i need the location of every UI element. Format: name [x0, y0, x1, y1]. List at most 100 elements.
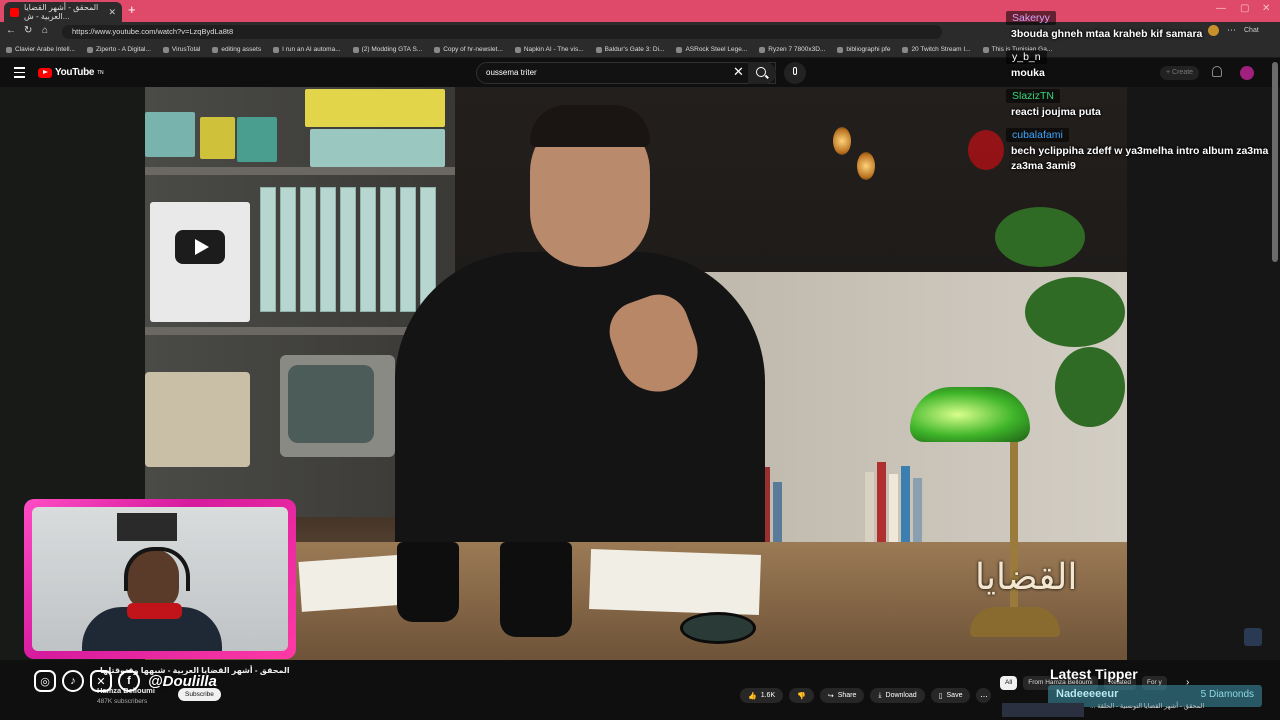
- instagram-icon: ◎: [34, 670, 56, 692]
- bookmark-favicon-icon: [273, 46, 280, 53]
- social-handles: ◎ ♪ ✕ f @Doulilla: [34, 670, 217, 692]
- plant: [1025, 277, 1125, 347]
- box: [310, 129, 445, 167]
- share-button[interactable]: ↪ Share: [819, 688, 865, 703]
- bookmark-favicon-icon: [434, 46, 441, 53]
- chat-message: SlazizTN reacti joujma puta: [1006, 86, 1276, 120]
- bookmark-favicon-icon: [837, 46, 844, 53]
- box: [145, 112, 195, 157]
- box: [305, 89, 445, 127]
- thumbs-up-icon: 👍: [748, 692, 757, 700]
- bookmark-label: VirusTotal: [171, 46, 201, 53]
- chat-label[interactable]: Chat: [1244, 27, 1259, 34]
- social-handle: @Doulilla: [148, 672, 217, 690]
- x-icon: ✕: [90, 670, 112, 692]
- home-icon[interactable]: ⌂: [42, 25, 48, 36]
- like-button[interactable]: 👍 1.6K: [740, 688, 784, 703]
- bookmark-item[interactable]: I run an AI automa...: [273, 46, 341, 53]
- save-label: Save: [946, 692, 963, 699]
- silver-play-button-plaque: [150, 202, 250, 322]
- search-input[interactable]: oussema triter: [476, 62, 776, 84]
- red-scarf: [127, 603, 182, 619]
- miniplayer-icon[interactable]: [1244, 628, 1262, 646]
- bookmark-favicon-icon: [514, 46, 521, 53]
- related-video-title[interactable]: المحقق - أشهر القضايا التونسية - الحلقة …: [1090, 702, 1204, 710]
- bankers-lamp-shade: [910, 387, 1030, 442]
- headset-icon: [124, 547, 190, 591]
- vintage-radio: [145, 372, 250, 467]
- download-button[interactable]: ⤓ Download: [870, 688, 925, 703]
- chat-username: SlazizTN: [1006, 89, 1061, 103]
- bookmark-item[interactable]: VirusTotal: [162, 46, 201, 53]
- bookmark-item[interactable]: editing assets: [212, 46, 261, 53]
- download-icon: ⤓: [878, 691, 882, 699]
- browser-tab[interactable]: المحقق - أشهر القضايا العربية - ش... ✕: [4, 2, 122, 22]
- bookmark-item[interactable]: 20 Twitch Stream I...: [902, 46, 971, 53]
- facebook-icon: f: [118, 670, 140, 692]
- bookmark-label: 20 Twitch Stream I...: [911, 46, 971, 53]
- bookmark-favicon-icon: [676, 46, 683, 53]
- binder: [300, 187, 316, 312]
- youtube-logo[interactable]: YouTube TN: [38, 67, 104, 78]
- reload-icon[interactable]: ↻: [24, 25, 32, 36]
- bookmark-favicon-icon: [759, 46, 766, 53]
- hamburger-menu-icon[interactable]: [14, 67, 25, 81]
- bookmark-favicon-icon: [86, 46, 93, 53]
- chat-message-text: bech yclippiha zdeff w ya3melha intro al…: [1011, 145, 1269, 172]
- latest-tipper-label: Latest Tipper: [1050, 666, 1138, 682]
- bookmark-favicon-icon: [162, 46, 169, 53]
- bookmark-label: Clavier Arabe Intell...: [15, 46, 75, 53]
- dislike-button[interactable]: 👎: [789, 688, 814, 703]
- close-tab-icon[interactable]: ✕: [108, 7, 116, 18]
- url-field[interactable]: https://www.youtube.com/watch?v=LzqBydLa…: [62, 25, 942, 39]
- bookmark-item[interactable]: Ryzen 7 7800x3D...: [759, 46, 825, 53]
- more-options-icon[interactable]: ⋯: [1227, 25, 1236, 36]
- bookmark-favicon-icon: [595, 46, 602, 53]
- pen-holder: [500, 542, 572, 637]
- bookmark-label: Napkin AI - The vis...: [523, 46, 584, 53]
- more-actions-button[interactable]: ...: [976, 688, 992, 703]
- bookmark-icon: ▯: [938, 692, 943, 700]
- search-button[interactable]: [748, 62, 776, 84]
- bookmark-item[interactable]: Baldur's Gate 3: Di...: [595, 46, 664, 53]
- stream-logo: [968, 130, 1004, 170]
- bookmark-item[interactable]: Copy of hr-newslet...: [434, 46, 503, 53]
- save-button[interactable]: ▯ Save: [930, 688, 971, 703]
- tiktok-icon: ♪: [62, 670, 84, 692]
- vintage-tv: [280, 355, 395, 457]
- back-icon[interactable]: ←: [6, 25, 16, 36]
- tipper-amount: 5 Diamonds: [1200, 689, 1254, 700]
- box: [237, 117, 277, 162]
- chat-avatar-icon[interactable]: [1208, 25, 1219, 36]
- channel-watermark: القضايا: [975, 557, 1078, 598]
- binder: [320, 187, 336, 312]
- bookmark-item[interactable]: Napkin AI - The vis...: [514, 46, 584, 53]
- bookmark-label: Copy of hr-newslet...: [443, 46, 503, 53]
- presenter-hair: [530, 105, 650, 147]
- webcam-frame: [24, 499, 296, 659]
- chat-controls: ⋯ Chat: [1208, 25, 1259, 36]
- binder: [340, 187, 356, 312]
- bookmark-item[interactable]: Clavier Arabe Intell...: [6, 46, 75, 53]
- bookmark-item[interactable]: Ziperto - A Digital...: [86, 46, 151, 53]
- bookmark-item[interactable]: ASRock Steel Lege...: [676, 46, 747, 53]
- chat-message-text: mouka: [1011, 67, 1045, 79]
- logo-text: YouTube: [55, 67, 95, 78]
- bookmark-item[interactable]: (2) Modding GTA S...: [352, 46, 422, 53]
- filter-chip[interactable]: All: [1000, 676, 1018, 690]
- bookmark-item[interactable]: bibliographi pfe: [837, 46, 890, 53]
- related-video-thumbnail[interactable]: [1002, 703, 1084, 717]
- new-tab-button[interactable]: +: [128, 2, 136, 17]
- bookmark-label: bibliographi pfe: [846, 46, 891, 53]
- like-count: 1.6K: [760, 692, 776, 699]
- bookmark-label: editing assets: [221, 46, 262, 53]
- voice-search-mic-icon[interactable]: [784, 62, 806, 84]
- hanging-bulb: [857, 152, 875, 180]
- bookmark-favicon-icon: [902, 46, 909, 53]
- search-icon: [756, 67, 766, 77]
- clear-search-icon[interactable]: ✕: [733, 65, 744, 78]
- bookmark-label: ASRock Steel Lege...: [685, 46, 748, 53]
- video-actions: 👍 1.6K 👎 ↪ Share ⤓ Download ▯ Save ...: [740, 688, 992, 703]
- binder: [400, 187, 416, 312]
- download-label: Download: [885, 692, 917, 699]
